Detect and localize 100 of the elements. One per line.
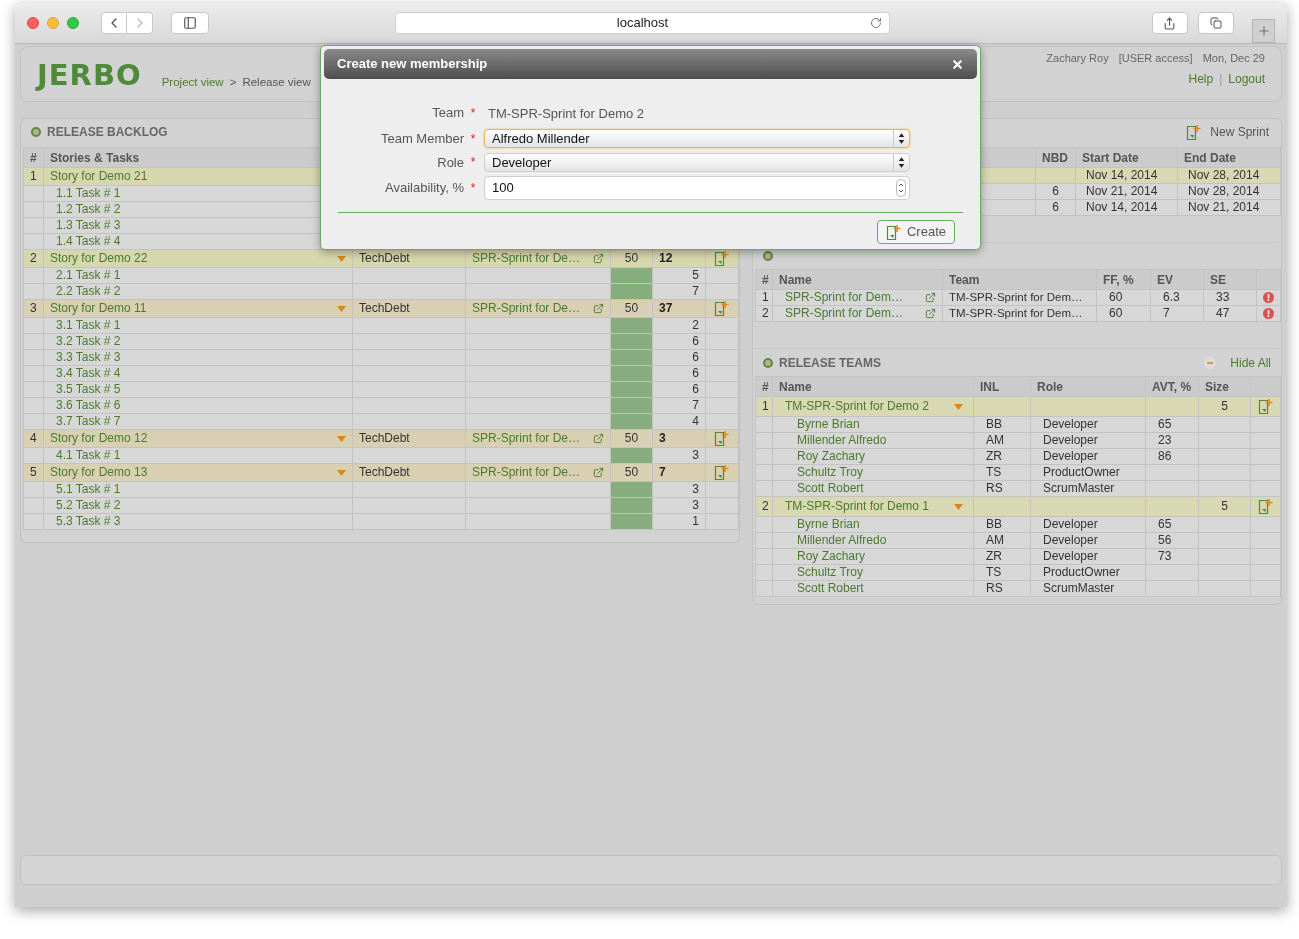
share-button[interactable] xyxy=(1151,12,1189,34)
table-cell: Developer xyxy=(1030,532,1146,549)
add-document-icon[interactable] xyxy=(714,300,730,317)
dropdown-arrow-icon[interactable] xyxy=(954,403,963,410)
stepper-icon[interactable] xyxy=(896,179,906,197)
external-link-icon[interactable] xyxy=(925,308,936,319)
member-name[interactable]: Roy Zachary xyxy=(772,448,974,465)
table-cell: 7 xyxy=(1150,305,1204,322)
external-link-icon[interactable] xyxy=(593,303,604,314)
member-name[interactable]: Millender Alfredo xyxy=(772,432,974,449)
hide-all-button[interactable]: Hide All xyxy=(1204,354,1271,372)
required-mark: * xyxy=(470,154,476,172)
breadcrumb-link[interactable]: Release view xyxy=(242,73,311,91)
task-name[interactable]: 2.2 Task # 2 xyxy=(43,283,353,300)
member-name[interactable]: Roy Zachary xyxy=(772,548,974,565)
task-name[interactable]: 5.3 Task # 3 xyxy=(43,513,353,530)
table-cell: 3 xyxy=(652,481,706,498)
member-name[interactable]: Byrne Brian xyxy=(772,416,974,433)
required-mark: * xyxy=(470,180,476,197)
external-link-icon[interactable] xyxy=(593,433,604,444)
table-cell: AM xyxy=(973,532,1031,549)
forward-button[interactable] xyxy=(127,12,153,34)
new-sprint-button[interactable]: New Sprint xyxy=(1186,123,1269,141)
external-link-icon[interactable] xyxy=(593,467,604,478)
breadcrumb-separator: > xyxy=(229,74,237,90)
member-name[interactable]: Scott Robert xyxy=(772,480,974,497)
add-document-icon[interactable] xyxy=(714,250,730,267)
table-cell: 65 xyxy=(1145,416,1199,433)
member-name[interactable]: Scott Robert xyxy=(772,580,974,597)
access-level: [USER access] xyxy=(1118,51,1193,67)
table-cell: 6 xyxy=(652,381,706,398)
table-cell: TS xyxy=(973,464,1031,481)
add-document-icon[interactable] xyxy=(714,464,730,481)
breadcrumb-link[interactable]: Project view xyxy=(161,73,224,91)
member-name[interactable]: Byrne Brian xyxy=(772,516,974,533)
logo[interactable]: JERBO xyxy=(37,61,142,90)
add-document-icon[interactable] xyxy=(885,223,902,241)
dropdown-arrow-icon[interactable] xyxy=(337,305,346,312)
table-cell: 56 xyxy=(1145,532,1199,549)
task-name[interactable]: 3.4 Task # 4 xyxy=(43,365,353,382)
column-header: Start Date xyxy=(1075,147,1178,168)
task-name[interactable]: 4.1 Task # 1 xyxy=(43,447,353,464)
member-name[interactable]: Schultz Troy xyxy=(772,464,974,481)
dropdown-arrow-icon[interactable] xyxy=(954,503,963,510)
member-name[interactable]: Schultz Troy xyxy=(772,564,974,581)
external-link-icon[interactable] xyxy=(925,292,936,303)
team-row[interactable]: 1 TM-SPR-Sprint for Demo 2 5 xyxy=(755,396,1281,417)
back-button[interactable] xyxy=(101,12,127,34)
task-name[interactable]: 2.1 Task # 1 xyxy=(43,267,353,284)
field-label: Team Member xyxy=(379,130,464,148)
table-cell: 50 xyxy=(610,429,653,448)
task-name[interactable]: 3.3 Task # 3 xyxy=(43,349,353,366)
window-minimize-button[interactable] xyxy=(47,17,59,29)
external-link-icon[interactable] xyxy=(593,253,604,264)
table-cell: Nov 14, 2014 xyxy=(1075,199,1178,216)
team-value: TM-SPR-Sprint for Demo 2 xyxy=(487,106,645,121)
add-sprint-icon[interactable] xyxy=(1186,123,1203,141)
dropdown-arrow-icon[interactable] xyxy=(337,435,346,442)
table-cell: 23 xyxy=(1145,432,1199,449)
task-name[interactable]: 3.6 Task # 6 xyxy=(43,397,353,414)
number-field[interactable]: 100 xyxy=(484,176,910,200)
table-cell: Developer xyxy=(1030,516,1146,533)
address-bar[interactable]: localhost xyxy=(395,12,890,34)
add-member-icon[interactable] xyxy=(1257,498,1274,515)
dialog-title: Create new membership xyxy=(337,55,488,74)
column-header: Team xyxy=(942,269,1097,290)
table-cell: 5 xyxy=(1198,496,1251,517)
close-icon[interactable] xyxy=(951,57,964,71)
table-cell: Developer xyxy=(1030,432,1146,449)
window-zoom-button[interactable] xyxy=(67,17,79,29)
tabs-button[interactable] xyxy=(1198,12,1235,34)
field-label: Role xyxy=(436,153,464,172)
member-name[interactable]: Millender Alfredo xyxy=(772,532,974,549)
task-name[interactable]: 3.2 Task # 2 xyxy=(43,333,353,350)
reload-icon[interactable] xyxy=(869,17,882,29)
task-name[interactable]: 5.1 Task # 1 xyxy=(43,481,353,498)
table-cell: ScrumMaster xyxy=(1030,480,1146,497)
task-name[interactable]: 3.5 Task # 5 xyxy=(43,381,353,398)
header-link[interactable]: Help xyxy=(1188,69,1214,88)
table-cell: 6.3 xyxy=(1150,289,1204,306)
column-header: Name xyxy=(772,269,943,290)
window-close-button[interactable] xyxy=(27,17,39,29)
add-member-icon[interactable] xyxy=(1257,398,1274,415)
new-tab-button[interactable] xyxy=(1252,19,1275,43)
task-name[interactable]: 5.2 Task # 2 xyxy=(43,497,353,514)
select-field[interactable]: Alfredo Millender xyxy=(484,129,910,149)
column-header: SE xyxy=(1203,269,1257,290)
task-name[interactable]: 3.7 Task # 7 xyxy=(43,413,353,430)
table-cell: 6 xyxy=(652,365,706,382)
dropdown-arrow-icon[interactable] xyxy=(337,255,346,262)
team-row[interactable]: 2 TM-SPR-Sprint for Demo 1 5 xyxy=(755,496,1281,517)
select-field[interactable]: Developer xyxy=(484,152,910,172)
table-cell: 7 xyxy=(652,283,706,300)
task-name[interactable]: 3.1 Task # 1 xyxy=(43,317,353,334)
header-link[interactable]: Logout xyxy=(1228,69,1265,88)
sidebar-button[interactable] xyxy=(171,12,209,34)
create-button[interactable]: Create xyxy=(876,220,955,244)
add-document-icon[interactable] xyxy=(714,430,730,447)
dropdown-arrow-icon[interactable] xyxy=(337,469,346,476)
plus-icon xyxy=(1256,24,1271,38)
